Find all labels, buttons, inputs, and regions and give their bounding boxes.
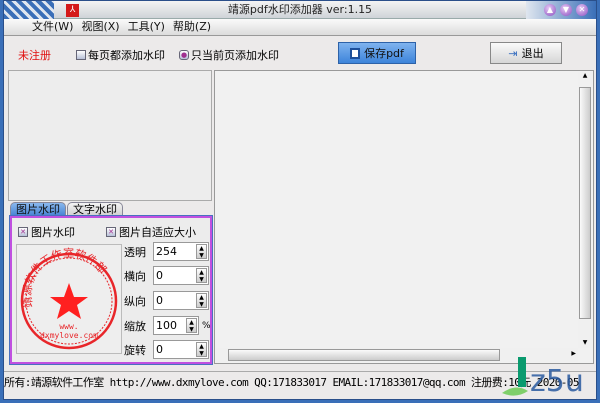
- watermark-tabs: 图片水印 文字水印: [10, 202, 123, 217]
- image-watermark-panel: ✕ 图片水印 ✕ 图片自适应大小 靖源软件工作室软件部 www. dxmylove.…: [9, 215, 213, 365]
- watermark-image-preview[interactable]: 靖源软件工作室软件部 www. dxmylove.com: [16, 244, 122, 354]
- exit-label: 退出: [521, 47, 544, 60]
- menu-help[interactable]: 帮助(Z): [173, 19, 211, 35]
- scale-field: 缩放 100 ▲ ▼%: [124, 316, 211, 335]
- checkbox-icon: [76, 50, 86, 60]
- spin-arrows-icon[interactable]: ▲ ▼: [196, 244, 207, 259]
- tab-image-watermark[interactable]: 图片水印: [10, 202, 66, 217]
- opacity-value: 254: [156, 245, 177, 258]
- menu-view[interactable]: 视图(X): [81, 19, 119, 35]
- minimize-icon[interactable]: ▼: [560, 4, 572, 16]
- menu-file[interactable]: 文件(W): [32, 19, 73, 35]
- scroll-down-icon[interactable]: ▼: [578, 339, 592, 346]
- auto-size-checkbox[interactable]: ✕ 图片自适应大小: [106, 224, 196, 240]
- pdf-app-icon: ⅄: [66, 4, 79, 17]
- checkbox-icon: ✕: [106, 227, 116, 237]
- spin-arrows-icon[interactable]: ▲ ▼: [186, 318, 197, 333]
- spin-arrows-icon[interactable]: ▲ ▼: [196, 293, 207, 308]
- rotation-label: 旋转: [124, 343, 146, 357]
- horizontal-field: 横向 0 ▲ ▼: [124, 266, 209, 285]
- scale-stepper[interactable]: 100 ▲ ▼: [153, 316, 199, 335]
- radio-icon: ●: [179, 50, 189, 60]
- spin-arrows-icon[interactable]: ▲ ▼: [196, 268, 207, 283]
- window-title: 靖源pdf水印添加器 ver:1.15: [227, 3, 373, 16]
- menu-tools[interactable]: 工具(Y): [128, 19, 165, 35]
- title-bar: ⅄ 靖源pdf水印添加器 ver:1.15 ▲ ▼ ✕: [4, 1, 596, 19]
- rotation-stepper[interactable]: 0 ▲ ▼: [153, 340, 209, 359]
- menu-bar: 文件(W) 视图(X) 工具(Y) 帮助(Z): [4, 19, 596, 36]
- tab-text-watermark[interactable]: 文字水印: [67, 202, 123, 217]
- spin-arrows-icon[interactable]: ▲ ▼: [196, 342, 207, 357]
- title-decoration: [4, 1, 54, 19]
- checkbox-icon: ✕: [18, 227, 28, 237]
- rotation-field: 旋转 0 ▲ ▼: [124, 340, 209, 359]
- stamp-url: dxmylove.com: [40, 331, 98, 340]
- vertical-value: 0: [156, 294, 163, 307]
- vertical-label: 纵向: [124, 294, 146, 308]
- opacity-field: 透明 254 ▲ ▼: [124, 242, 209, 261]
- horizontal-scroll-thumb[interactable]: [228, 349, 500, 361]
- every-page-label: 每页都添加水印: [88, 49, 165, 62]
- opacity-stepper[interactable]: 254 ▲ ▼: [153, 242, 209, 261]
- stamp-www: www.: [59, 322, 78, 331]
- help-icon[interactable]: ▲: [544, 4, 556, 16]
- horizontal-label: 横向: [124, 269, 146, 283]
- svg-text:z5u: z5u: [530, 364, 584, 399]
- vertical-scroll-thumb[interactable]: [579, 87, 591, 319]
- close-icon[interactable]: ✕: [576, 4, 588, 16]
- exit-button[interactable]: ⇥ 退出: [490, 42, 562, 64]
- horizontal-value: 0: [156, 269, 163, 282]
- page-thumbnail-list[interactable]: [8, 70, 212, 201]
- save-label: 保存pdf: [364, 47, 404, 60]
- image-watermark-label: 图片水印: [31, 226, 75, 239]
- save-pdf-button[interactable]: 保存pdf: [338, 42, 416, 64]
- scale-label: 缩放: [124, 319, 146, 333]
- scroll-up-icon[interactable]: ▲: [578, 72, 592, 79]
- image-watermark-checkbox[interactable]: ✕ 图片水印: [18, 224, 75, 240]
- scroll-right-icon[interactable]: ▶: [571, 350, 576, 357]
- vertical-field: 纵向 0 ▲ ▼: [124, 291, 209, 310]
- exit-door-icon: ⇥: [508, 46, 518, 60]
- current-page-label: 只当前页添加水印: [191, 49, 279, 62]
- unregistered-label: 未注册: [18, 49, 51, 62]
- current-page-radio[interactable]: ● 只当前页添加水印: [179, 47, 279, 63]
- red-stamp-image: 靖源软件工作室软件部 www. dxmylove.com: [20, 246, 118, 350]
- every-page-checkbox[interactable]: 每页都添加水印: [76, 47, 165, 63]
- opacity-label: 透明: [124, 245, 146, 259]
- rotation-value: 0: [156, 343, 163, 356]
- toolbar: 未注册 每页都添加水印 ● 只当前页添加水印 保存pdf ⇥ 退出: [4, 37, 596, 69]
- horizontal-stepper[interactable]: 0 ▲ ▼: [153, 266, 209, 285]
- scale-unit: %: [202, 320, 211, 331]
- app-window: ⅄ 靖源pdf水印添加器 ver:1.15 ▲ ▼ ✕ 文件(W) 视图(X) …: [3, 0, 597, 400]
- scale-value: 100: [156, 319, 177, 332]
- pdf-preview-area[interactable]: ▲ ▼ ▶: [214, 70, 594, 364]
- vertical-stepper[interactable]: 0 ▲ ▼: [153, 291, 209, 310]
- jz5u-watermark-logo: z5u: [502, 357, 584, 399]
- vertical-scrollbar[interactable]: ▲ ▼: [578, 72, 592, 348]
- auto-size-label: 图片自适应大小: [119, 226, 196, 239]
- floppy-disk-icon: [350, 47, 361, 59]
